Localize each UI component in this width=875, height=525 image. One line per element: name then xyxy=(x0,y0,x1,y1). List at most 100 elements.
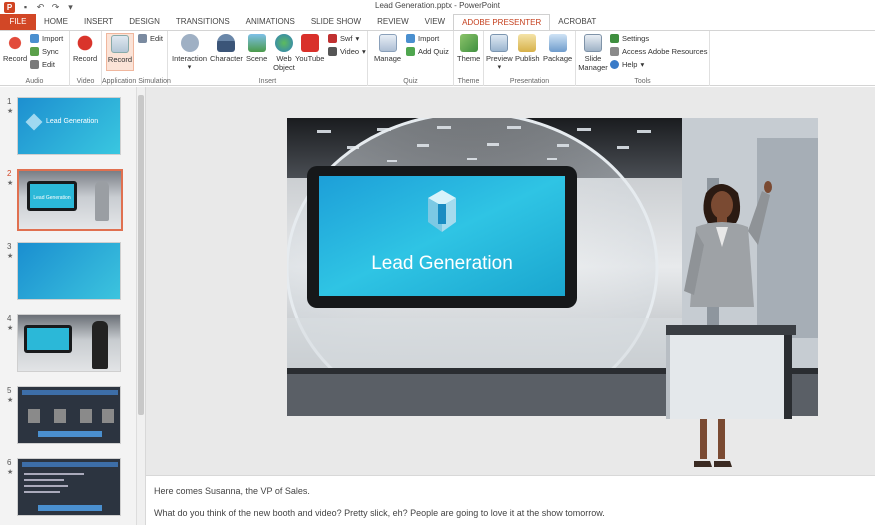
animation-star-icon: ★ xyxy=(7,397,14,404)
audio-edit-button[interactable]: Edit xyxy=(30,60,55,69)
group-application-simulation: Record Edit Application Simulation xyxy=(102,31,171,86)
group-audio: Record Import Sync Edit Audio xyxy=(0,31,70,86)
package-button[interactable]: Package xyxy=(543,34,572,63)
notes-line-1: Here comes Susanna, the VP of Sales. xyxy=(154,486,310,496)
monitor-shape: Lead Generation xyxy=(27,181,77,211)
film-icon xyxy=(328,47,337,56)
quiz-import-icon xyxy=(406,34,415,43)
slide-thumbnail-2[interactable]: 2 ★ Lead Generation xyxy=(0,169,140,231)
slide-thumbnail-6[interactable]: 6 ★ xyxy=(0,458,140,518)
swf-button[interactable]: Swf ▾ xyxy=(328,34,359,43)
animation-star-icon: ★ xyxy=(7,469,14,476)
slide-title: Lead Generation xyxy=(371,253,513,274)
import-icon xyxy=(30,34,39,43)
thumbnail-image xyxy=(17,314,121,372)
thumbnail-image: Lead Generation xyxy=(17,169,123,231)
tab-transitions[interactable]: TRANSITIONS xyxy=(168,14,238,30)
group-insert: Interaction ▾ Character Scene Web Object… xyxy=(168,31,368,86)
window-title: Lead Generation.pptx - PowerPoint xyxy=(375,1,500,10)
logo-icon xyxy=(25,113,43,131)
presenter-character[interactable] xyxy=(666,175,796,475)
ribbon-tabs: FILE HOME INSERT DESIGN TRANSITIONS ANIM… xyxy=(0,14,875,30)
animation-star-icon: ★ xyxy=(7,253,14,260)
slide-thumbnail-1[interactable]: 1 ★ Lead Generation xyxy=(0,97,140,157)
interaction-icon xyxy=(180,34,199,52)
animation-star-icon: ★ xyxy=(7,325,14,332)
character-icon xyxy=(217,34,236,52)
thumbnail-image xyxy=(17,242,121,300)
tab-insert[interactable]: INSERT xyxy=(76,14,121,30)
video-record-button[interactable]: Record xyxy=(73,34,97,63)
tab-view[interactable]: VIEW xyxy=(417,14,453,30)
interaction-button[interactable]: Interaction ▾ xyxy=(172,34,207,72)
web-object-button[interactable]: Web Object xyxy=(271,34,297,72)
insert-video-button[interactable]: Video ▾ xyxy=(328,47,366,56)
group-presentation: Preview ▾ Publish Package Presentation xyxy=(484,31,576,86)
help-icon xyxy=(610,60,619,69)
slide-thumbnail-pane: 1 ★ Lead Generation 2 ★ Lead Generation … xyxy=(0,87,146,525)
tab-home[interactable]: HOME xyxy=(36,14,76,30)
thumbnail-image xyxy=(17,458,121,516)
notes-pane[interactable]: Here comes Susanna, the VP of Sales. Wha… xyxy=(146,475,875,525)
quiz-import-button[interactable]: Import xyxy=(406,34,439,43)
scrollbar-thumb[interactable] xyxy=(138,95,144,415)
ribbon: Record Import Sync Edit Audio Record Vid… xyxy=(0,30,875,86)
animation-star-icon: ★ xyxy=(7,108,14,115)
tab-slide-show[interactable]: SLIDE SHOW xyxy=(303,14,369,30)
youtube-button[interactable]: YouTube xyxy=(295,34,324,63)
add-quiz-icon xyxy=(406,47,415,56)
help-button[interactable]: Help ▾ xyxy=(610,60,644,69)
scene-button[interactable]: Scene xyxy=(246,34,267,63)
group-video: Record Video xyxy=(70,31,102,86)
tab-animations[interactable]: ANIMATIONS xyxy=(238,14,303,30)
tab-acrobat[interactable]: ACROBAT xyxy=(550,14,604,30)
quiz-manage-button[interactable]: Manage xyxy=(374,34,401,63)
tab-adobe-presenter[interactable]: ADOBE PRESENTER xyxy=(453,14,551,30)
theme-button[interactable]: Theme xyxy=(457,34,480,63)
thumbnail-scrollbar[interactable] xyxy=(136,87,145,525)
microphone-icon xyxy=(6,34,25,52)
slide-thumbnail-5[interactable]: 5 ★ xyxy=(0,386,140,446)
group-tools: Slide Manager Settings Access Adobe Reso… xyxy=(576,31,710,86)
group-theme: Theme Theme xyxy=(454,31,484,86)
thumbnail-image xyxy=(17,386,121,444)
audio-import-button[interactable]: Import xyxy=(30,34,63,43)
package-icon xyxy=(548,34,567,52)
audio-sync-button[interactable]: Sync xyxy=(30,47,59,56)
animation-star-icon: ★ xyxy=(7,180,14,187)
settings-icon xyxy=(610,34,619,43)
publish-button[interactable]: Publish xyxy=(515,34,540,63)
scene-icon xyxy=(247,34,266,52)
slide-manager-icon xyxy=(584,34,602,52)
youtube-icon xyxy=(300,34,319,52)
appsim-edit-button[interactable]: Edit xyxy=(138,34,163,43)
preview-icon xyxy=(490,34,509,52)
monitor-shape xyxy=(24,325,72,353)
access-resources-button[interactable]: Access Adobe Resources xyxy=(610,47,707,56)
slide-thumbnail-4[interactable]: 4 ★ xyxy=(0,314,140,374)
slide-editing-area: Lead Generation xyxy=(146,87,875,475)
tab-file[interactable]: FILE xyxy=(0,14,36,30)
appsim-record-button[interactable]: Record xyxy=(106,33,134,71)
publish-icon xyxy=(518,34,537,52)
add-quiz-button[interactable]: Add Quiz xyxy=(406,47,449,56)
slide-thumbnail-3[interactable]: 3 ★ xyxy=(0,242,140,302)
screen-record-icon xyxy=(111,35,129,53)
tab-design[interactable]: DESIGN xyxy=(121,14,168,30)
edit-icon xyxy=(30,60,39,69)
group-quiz: Manage Import Add Quiz Quiz xyxy=(368,31,454,86)
swf-icon xyxy=(328,34,337,43)
globe-icon xyxy=(275,34,293,52)
notes-line-2: What do you think of the new booth and v… xyxy=(154,508,605,518)
resources-icon xyxy=(610,47,619,56)
character-button[interactable]: Character xyxy=(210,34,243,63)
preview-button[interactable]: Preview ▾ xyxy=(486,34,513,72)
slide-manager-button[interactable]: Slide Manager xyxy=(578,34,608,72)
manage-quiz-icon xyxy=(378,34,397,52)
thumbnail-image: Lead Generation xyxy=(17,97,121,155)
settings-button[interactable]: Settings xyxy=(610,34,649,43)
audio-record-button[interactable]: Record xyxy=(3,34,27,63)
tab-review[interactable]: REVIEW xyxy=(369,14,417,30)
presenter-figure xyxy=(92,321,108,369)
theme-icon xyxy=(459,34,478,52)
